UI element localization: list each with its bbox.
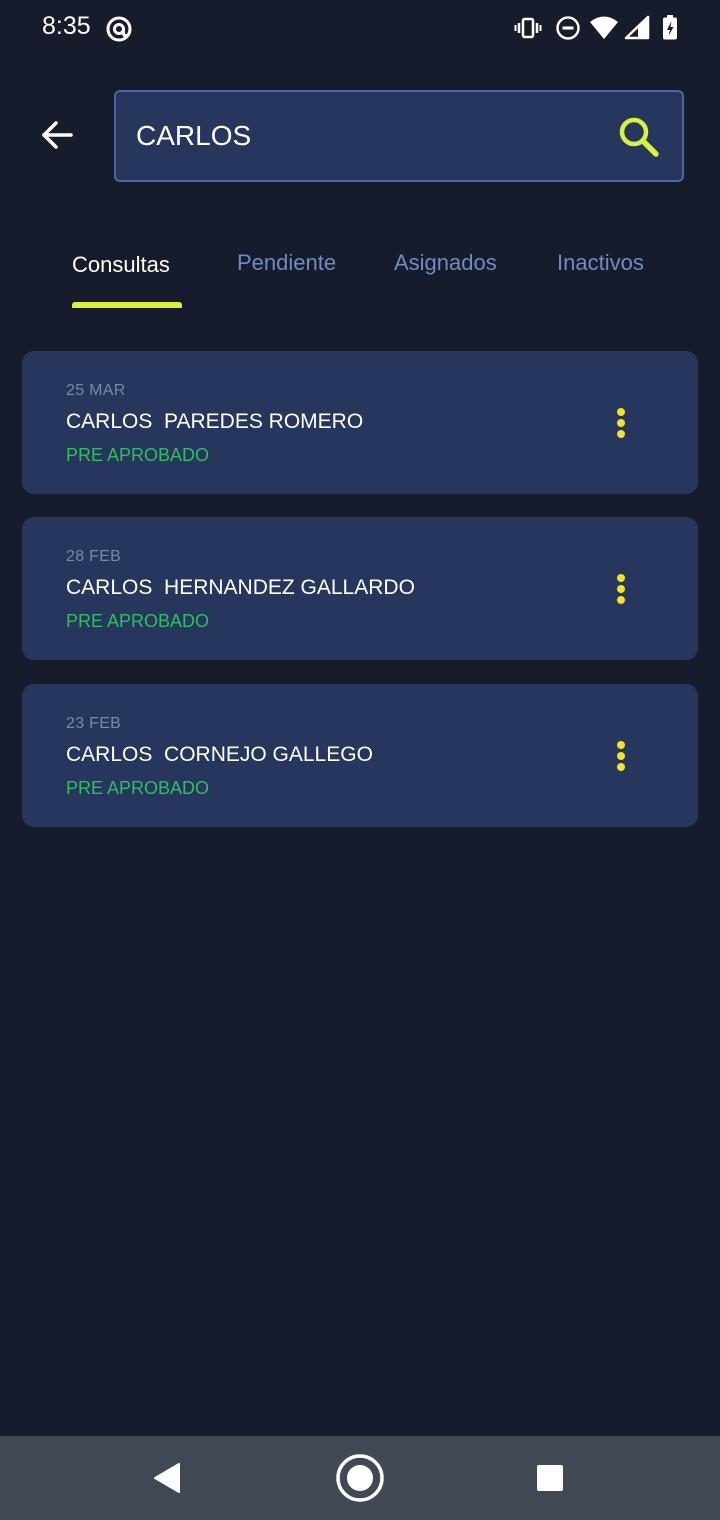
active-tab-indicator: [72, 302, 182, 308]
card-date: 25 MAR: [66, 382, 126, 399]
vibrate-icon: [514, 14, 542, 42]
tab-pendiente[interactable]: Pendiente: [237, 250, 336, 276]
back-button[interactable]: [30, 110, 84, 164]
system-nav-bar: [0, 1436, 720, 1520]
arrow-left-icon: [40, 120, 74, 155]
card-name: CARLOS PAREDES ROMERO: [66, 410, 364, 433]
result-card[interactable]: 23 FEB CARLOS CORNEJO GALLEGO PRE APROBA…: [22, 684, 698, 827]
more-vert-icon[interactable]: [606, 403, 636, 443]
result-card[interactable]: 28 FEB CARLOS HERNANDEZ GALLARDO PRE APR…: [22, 517, 698, 660]
search-icon[interactable]: [616, 114, 662, 160]
recents-square-icon[interactable]: [522, 1450, 578, 1506]
card-status: PRE APROBADO: [66, 445, 210, 465]
status-time: 8:35: [42, 12, 91, 40]
tab-inactivos[interactable]: Inactivos: [557, 250, 644, 276]
card-status: PRE APROBADO: [66, 611, 210, 631]
card-date: 28 FEB: [66, 548, 122, 565]
result-card[interactable]: 25 MAR CARLOS PAREDES ROMERO PRE APROBAD…: [22, 351, 698, 494]
card-name: CARLOS HERNANDEZ GALLARDO: [66, 576, 415, 599]
wifi-icon: [589, 14, 618, 42]
more-vert-icon[interactable]: [606, 736, 636, 776]
card-date: 23 FEB: [66, 715, 122, 732]
tab-bar: Consultas Pendiente Asignados Inactivos: [0, 240, 720, 310]
at-icon: [104, 14, 132, 42]
search-input[interactable]: [136, 110, 606, 162]
do-not-disturb-icon: [554, 14, 582, 42]
card-status: PRE APROBADO: [66, 778, 210, 798]
back-triangle-icon[interactable]: [139, 1450, 195, 1506]
battery-charging-icon: [660, 14, 688, 42]
search-box: [114, 90, 684, 182]
home-circle-icon[interactable]: [332, 1450, 388, 1506]
card-name: CARLOS CORNEJO GALLEGO: [66, 743, 373, 766]
more-vert-icon[interactable]: [606, 569, 636, 609]
tab-consultas[interactable]: Consultas: [72, 252, 170, 278]
tab-asignados[interactable]: Asignados: [394, 250, 497, 276]
signal-icon: [624, 14, 652, 42]
status-bar: 8:35: [0, 0, 720, 56]
